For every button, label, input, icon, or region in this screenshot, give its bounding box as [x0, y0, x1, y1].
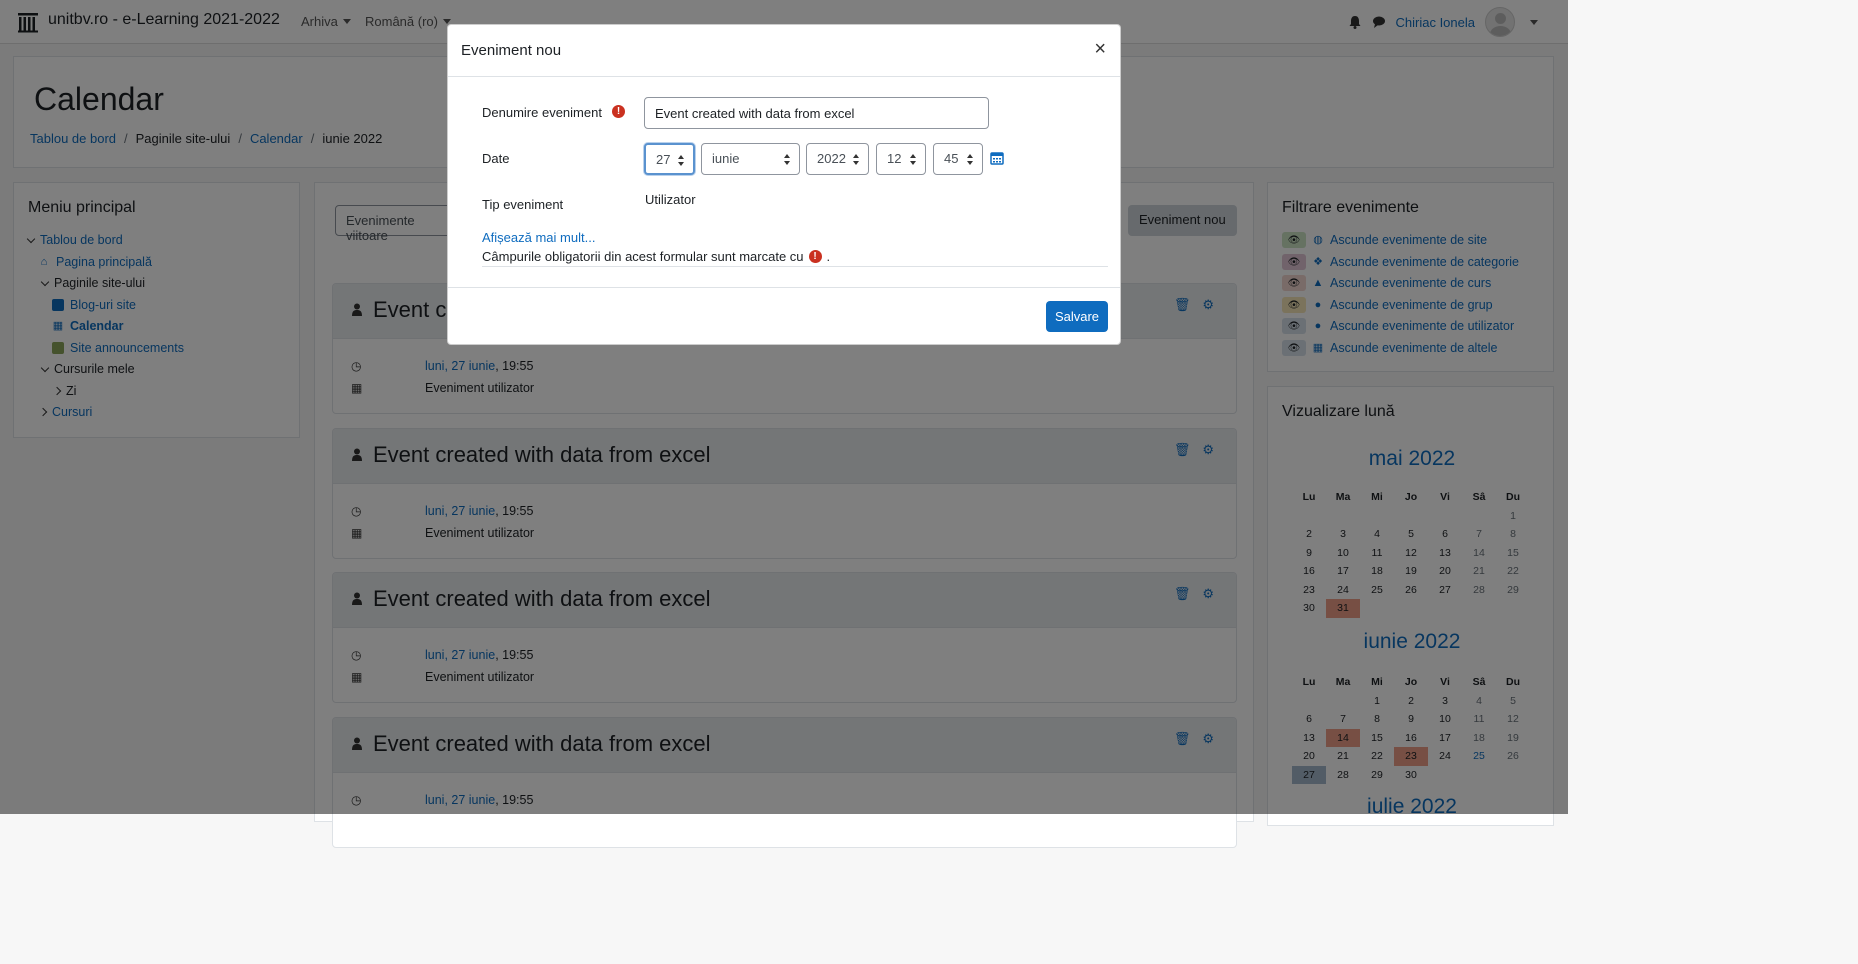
divider: [448, 287, 1120, 288]
save-button[interactable]: Salvare: [1046, 301, 1108, 332]
event-name-label: Denumire eveniment: [482, 105, 602, 120]
date-label: Date: [482, 151, 510, 166]
required-note-text: Câmpurile obligatorii din acest formular…: [482, 249, 804, 264]
event-type-label: Tip eveniment: [482, 197, 564, 212]
hour-select[interactable]: 12: [876, 143, 926, 175]
calendar-icon[interactable]: [990, 151, 1004, 165]
divider: [448, 76, 1120, 77]
month-select[interactable]: iunie: [701, 143, 800, 175]
new-event-modal: Eveniment nou × Denumire eveniment ! Dat…: [447, 24, 1121, 345]
day-select[interactable]: 27: [644, 143, 695, 175]
event-type-value: Utilizator: [645, 192, 696, 207]
event-name-input[interactable]: [644, 97, 989, 129]
required-icon: !: [808, 250, 822, 263]
required-note: Câmpurile obligatorii din acest formular…: [482, 249, 830, 264]
minute-select[interactable]: 45: [933, 143, 983, 175]
required-note-end: .: [826, 249, 831, 264]
required-icon: !: [612, 105, 625, 118]
show-more-link[interactable]: Afișează mai mult...: [482, 230, 595, 245]
year-select[interactable]: 2022: [806, 143, 869, 175]
modal-title: Eveniment nou: [461, 42, 562, 59]
divider: [482, 266, 1108, 267]
close-icon[interactable]: ×: [1094, 39, 1106, 59]
